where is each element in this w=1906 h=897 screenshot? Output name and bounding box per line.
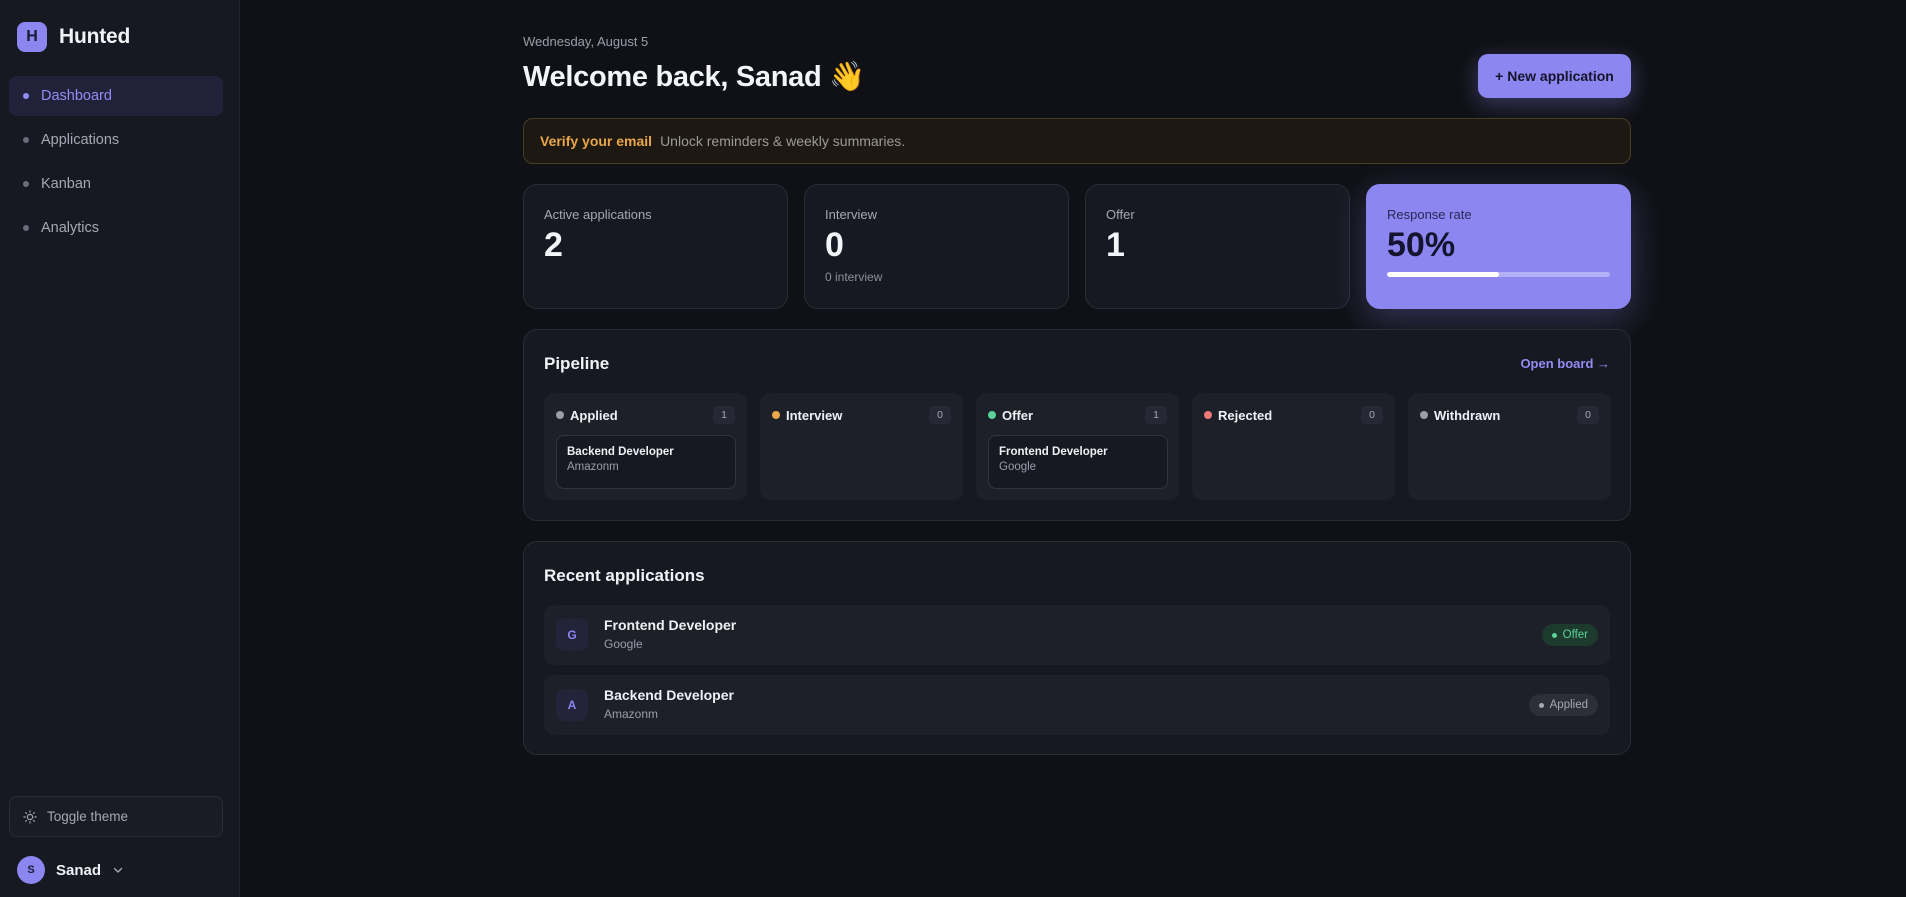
brand[interactable]: H Hunted — [17, 22, 130, 52]
stats-row: Active applications 2 Interview 0 0 inte… — [523, 184, 1631, 309]
status-dot-icon — [1204, 411, 1212, 419]
column-name: Rejected — [1218, 407, 1273, 423]
sun-icon — [23, 809, 37, 824]
page-title: Welcome back, Sanad 👋 — [523, 61, 865, 93]
column-count: 0 — [929, 406, 951, 424]
company-avatar: A — [556, 689, 588, 721]
sidebar-item-label: Kanban — [41, 176, 91, 192]
brand-logo: H — [17, 22, 47, 52]
stat-value: 1 — [1106, 226, 1125, 264]
open-board-link[interactable]: Open board → — [1520, 356, 1610, 371]
pipeline-panel: Pipeline Open board → Applied 1 Backend … — [523, 329, 1631, 521]
row-company: Google — [604, 637, 643, 651]
row-title: Backend Developer — [604, 687, 734, 703]
card-company: Google — [999, 461, 1037, 473]
status-label: Applied — [1549, 699, 1588, 711]
status-dot-icon — [772, 411, 780, 419]
list-item[interactable]: A Backend Developer Amazonm Applied — [544, 675, 1610, 735]
stat-card-response-rate: Response rate 50% — [1366, 184, 1631, 309]
pipeline-column-interview: Interview 0 — [760, 393, 963, 500]
sidebar-item-analytics[interactable]: Analytics — [9, 208, 223, 248]
stat-value: 0 — [825, 226, 844, 264]
status-dot-icon — [1420, 411, 1428, 419]
status-dot-icon — [1551, 632, 1557, 638]
recent-applications-title: Recent applications — [544, 566, 705, 585]
column-name: Applied — [570, 407, 618, 423]
chevron-down-icon — [113, 867, 123, 873]
stat-card-offer: Offer 1 — [1085, 184, 1350, 309]
brand-name: Hunted — [59, 25, 131, 48]
verify-email-link[interactable]: Verify your email — [540, 133, 652, 149]
stat-card-active: Active applications 2 — [523, 184, 788, 309]
pipeline-column-applied: Applied 1 Backend Developer Amazonm — [544, 393, 747, 500]
nav-dot-icon — [23, 225, 29, 231]
stat-label: Response rate — [1387, 207, 1472, 222]
pipeline-card[interactable]: Backend Developer Amazonm — [556, 435, 736, 489]
column-count: 1 — [1145, 406, 1167, 424]
column-name: Interview — [786, 407, 843, 423]
nav-dot-icon — [23, 181, 29, 187]
response-rate-progress — [1387, 272, 1610, 277]
column-header: Withdrawn 0 — [1420, 405, 1599, 425]
recent-applications-panel: Recent applications G Frontend Developer… — [523, 541, 1631, 755]
nav-dot-icon — [23, 93, 29, 99]
row-title: Frontend Developer — [604, 617, 737, 633]
avatar: S — [17, 856, 45, 884]
column-header: Applied 1 — [556, 405, 735, 425]
column-name: Withdrawn — [1434, 407, 1501, 423]
status-dot-icon — [556, 411, 564, 419]
toggle-theme-button[interactable]: Toggle theme — [9, 796, 223, 837]
stat-label: Active applications — [544, 207, 652, 222]
stat-subtext: 0 interview — [825, 270, 883, 284]
column-count: 0 — [1361, 406, 1383, 424]
pipeline-column-withdrawn: Withdrawn 0 — [1408, 393, 1611, 500]
status-badge: Offer — [1541, 624, 1598, 646]
pipeline-column-rejected: Rejected 0 — [1192, 393, 1395, 500]
sidebar-item-dashboard[interactable]: Dashboard — [9, 76, 223, 116]
stat-value: 2 — [544, 226, 563, 264]
status-dot-icon — [1538, 702, 1544, 708]
user-name: Sanad — [56, 861, 102, 879]
stat-label: Offer — [1106, 207, 1135, 222]
sidebar: H Hunted Dashboard Applications Kanban A… — [0, 0, 240, 897]
toggle-theme-label: Toggle theme — [47, 809, 129, 824]
nav-dot-icon — [23, 137, 29, 143]
company-avatar: G — [556, 619, 588, 651]
sidebar-item-kanban[interactable]: Kanban — [9, 164, 223, 204]
pipeline-card[interactable]: Frontend Developer Google — [988, 435, 1168, 489]
column-header: Offer 1 — [988, 405, 1167, 425]
sidebar-item-label: Applications — [41, 132, 120, 148]
progress-fill — [1387, 272, 1499, 277]
sidebar-item-label: Dashboard — [41, 88, 112, 104]
banner-text: Unlock reminders & weekly summaries. — [660, 133, 906, 149]
pipeline-title: Pipeline — [544, 354, 610, 373]
column-count: 1 — [713, 406, 735, 424]
column-count: 0 — [1577, 406, 1599, 424]
sidebar-item-label: Analytics — [41, 220, 100, 236]
stat-label: Interview — [825, 207, 878, 222]
list-item[interactable]: G Frontend Developer Google Offer — [544, 605, 1610, 665]
row-company: Amazonm — [604, 707, 659, 721]
card-title: Frontend Developer — [999, 446, 1108, 458]
pipeline-columns: Applied 1 Backend Developer Amazonm Inte… — [544, 393, 1611, 500]
card-title: Backend Developer — [567, 446, 674, 458]
status-label: Offer — [1562, 629, 1588, 641]
status-badge: Applied — [1528, 694, 1598, 716]
current-date: Wednesday, August 5 — [523, 34, 649, 49]
sidebar-nav: Dashboard Applications Kanban Analytics — [9, 76, 223, 252]
column-name: Offer — [1002, 407, 1034, 423]
sidebar-item-applications[interactable]: Applications — [9, 120, 223, 160]
verify-email-banner[interactable]: Verify your email Unlock reminders & wee… — [523, 118, 1631, 164]
column-header: Rejected 0 — [1204, 405, 1383, 425]
stat-card-interview: Interview 0 0 interview — [804, 184, 1069, 309]
stat-value: 50% — [1387, 226, 1456, 264]
column-header: Interview 0 — [772, 405, 951, 425]
new-application-button[interactable]: + New application — [1478, 54, 1631, 98]
user-menu[interactable]: S Sanad — [17, 856, 124, 884]
card-company: Amazonm — [567, 461, 619, 473]
pipeline-column-offer: Offer 1 Frontend Developer Google — [976, 393, 1179, 500]
status-dot-icon — [988, 411, 996, 419]
